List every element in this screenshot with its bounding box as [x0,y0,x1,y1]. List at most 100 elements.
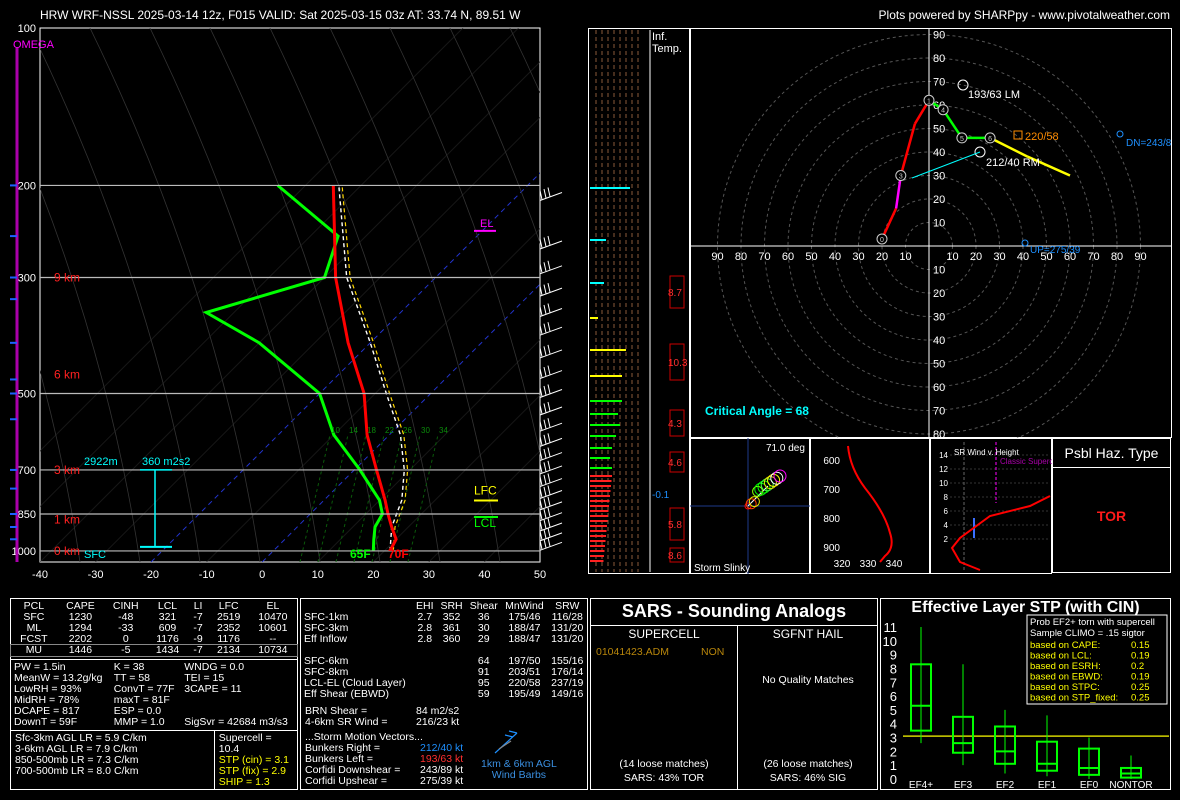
srw-y-tick: 2 [944,535,949,544]
srw-y-tick: 4 [944,521,949,530]
stp-y-tick: 11 [884,620,898,635]
theta-e-trace [847,445,893,563]
theta-y-tick: 700 [823,485,840,496]
temp-label: 70F [388,547,409,561]
lcl-label: LCL [474,516,496,530]
dn-label: DN=243/8 [1126,138,1172,149]
t-tick-label: -40 [32,569,48,581]
wind-barb-feather [547,418,551,428]
mw-label: 220/58 [1025,131,1059,143]
hodo-tick: 90 [1134,251,1146,263]
hazard-title: Psbl Haz. Type [1053,439,1170,468]
hodo-tick: 30 [993,251,1005,263]
stp-prob-value: 0.25 [1131,682,1150,693]
dry-adiabat [329,28,501,562]
theta-x-tick: 340 [886,559,903,570]
t-tick-label: 20 [367,569,379,581]
t-tick-label: 50 [534,569,546,581]
wind-barb [539,389,563,398]
wind-barb [539,265,563,275]
hodo-tick: 80 [735,251,747,263]
stp-category: EF4+ [909,780,933,791]
stp-y-tick: 10 [883,634,897,649]
hodo-tick: 50 [805,251,817,263]
wind-barb-feather [547,401,551,412]
stp-prob-label: based on EBWD: [1030,672,1103,683]
kin-row: Eff Inflow 2.8 360 29 188/47 131/20 [301,634,587,645]
composite-indices: Supercell = 10.4 STP (cin) = 3.1 STP (fix)… [213,731,297,790]
wind-barb [539,532,563,542]
eff-depth-label: 2922m [84,456,118,468]
index-cell: SigSvr = 42684 m3/s3 [184,716,288,728]
sars-title: SARS - Sounding Analogs [621,601,847,621]
t-tick-label: 30 [423,569,435,581]
stp-y-tick: 3 [890,731,897,746]
srw-y-tick: 6 [944,507,949,516]
srw46-value: 216/23 kt [416,716,460,728]
wind-barb-feather [547,187,551,197]
wind-barb-feather [543,498,547,508]
kinematic-box: EHI SRH Shear MnWind SRW SFC-1km 2.7 352 36 175/… [300,598,588,790]
hodograph-panel: 1010101020202020303030304040404050505050… [690,28,1172,438]
stp-prob-climo: Sample CLIMO = .15 sigtor [1030,628,1145,639]
t-tick-label: 0 [259,569,265,581]
lm-marker [957,79,969,91]
wind-barb-feather [547,322,551,332]
inflow-panel: Inf.Temp. -0.1 8.7 10.3 4.3 4.6 5.8 8.6 [588,28,690,574]
wind-barb-feather [547,507,551,517]
dry-adiabat [269,28,441,562]
pressure-label: 850 [18,509,36,521]
srwind-panel: 14 12 10 8 6 4 2 SR Wind v. HeightClassic Super… [930,438,1052,574]
parcel-cell: 1446 [68,644,93,656]
wind-barb-feather [543,434,547,444]
wind-barb-feather [543,538,547,548]
parcel-row: ML 1294 -33 609 -7 2352 10601 [11,623,297,634]
wind-barb [539,308,563,317]
wind-barb-feather [543,486,547,497]
skewt-frame [39,27,541,563]
sars-no-match: No Quality Matches [762,674,854,686]
theta-value: 10.3 [668,358,688,369]
omega-label: OMEGA [13,39,55,51]
wind-barb-feather [543,403,547,413]
hodo-tick: 90 [933,30,945,42]
parcel-cell: MU [25,644,43,656]
wind-barb [539,370,563,380]
stp-y-tick: 5 [890,703,897,718]
wind-barb [539,406,563,416]
hodo-tick: 10 [933,218,945,230]
wind-barb [539,512,563,522]
mixing-label: 14 [349,426,358,435]
t-tick-label: -20 [143,569,159,581]
stp-prob-label: based on STPC: [1030,682,1100,693]
parcel-row: SFC 1230 -48 321 -7 2519 10470 [11,612,297,623]
wind-barb-feather [547,460,551,471]
sars-sup-loose: (14 loose matches) [619,758,709,770]
hodo-marker-label: 3 [899,174,903,181]
indices-table: PW = 1.5in K = 38 WNDG = 0.0 MeanW = 13.2g/… [11,662,297,728]
pressure-label: 500 [18,389,36,401]
parcel-cell: 1434 [155,644,180,656]
height-label: 9 km [54,270,80,284]
srw-y-tick: 10 [939,479,948,488]
hodo-tick: 80 [1111,251,1123,263]
srw-title: SR Wind v. Height [954,448,1020,457]
stp-y-tick: 1 [890,758,897,773]
motion-label: Corfidi Upshear = [305,775,387,787]
mixing-label: 22 [385,426,394,435]
dry-adiabat [209,28,381,562]
wind-barb [539,240,563,250]
wind-barb-feather [547,473,551,483]
hodo-marker-label: 1 [927,98,931,105]
hodo-tick: 50 [933,124,945,136]
mixing-line [407,434,439,562]
wind-barb-feather [547,384,551,394]
theta-value: 8.6 [668,551,682,562]
lapse-rate: 700-500mb LR = 8.0 C/km [15,765,139,777]
parcel-row: FCST 2202 0 1176 -9 1176 -- [11,634,297,645]
td-label: 65F [350,547,371,561]
hodo-tick: 70 [933,406,945,418]
hodo-tick: 50 [933,359,945,371]
wind-barb-feather [547,303,551,313]
stp-y-tick: 4 [890,717,897,732]
